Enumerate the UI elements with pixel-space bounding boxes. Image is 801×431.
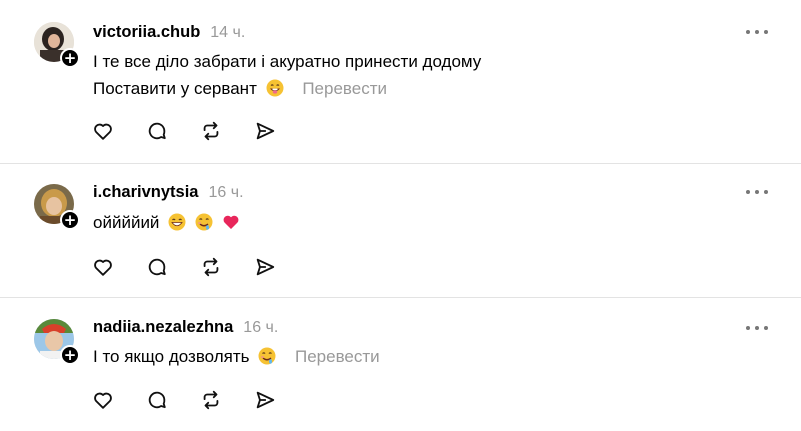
more-options-icon[interactable] <box>746 28 768 36</box>
translate-link[interactable]: Перевести <box>295 347 380 366</box>
send-icon <box>256 391 275 409</box>
username[interactable]: victoriia.chub <box>93 23 200 42</box>
repost-button[interactable] <box>200 387 254 413</box>
drooling-face-icon <box>258 346 276 365</box>
repost-icon <box>203 257 219 277</box>
share-button[interactable] <box>254 118 308 144</box>
avatar[interactable]: + <box>34 319 80 365</box>
comment-text: оййййий <box>93 209 240 236</box>
comment-line: Поставити у сервант <box>93 79 257 98</box>
reply-button[interactable] <box>146 387 200 413</box>
comment-post: + i.charivnytsia 16 ч. оййййий <box>0 164 801 298</box>
reply-button[interactable] <box>146 118 200 144</box>
heart-outline-icon <box>94 259 112 276</box>
comment-line: І то якщо дозволять <box>93 347 250 366</box>
heart-emoji-icon <box>222 212 240 230</box>
comment-line: І те все діло забрати і акуратно принест… <box>93 52 482 71</box>
comment-text: І то якщо дозволять Перевести <box>93 343 380 370</box>
repost-button[interactable] <box>200 254 254 280</box>
heart-outline-icon <box>94 392 112 409</box>
repost-button[interactable] <box>200 118 254 144</box>
send-icon <box>256 258 275 276</box>
heart-outline-icon <box>94 123 112 140</box>
follow-plus-icon[interactable]: + <box>60 345 80 365</box>
comment-bubble-icon <box>148 391 166 409</box>
comment-post: + nadiia.nezalezhna 16 ч. І то якщо дозв… <box>0 298 801 431</box>
comment-bubble-icon <box>148 122 166 140</box>
action-bar <box>92 387 308 413</box>
timestamp[interactable]: 14 ч. <box>210 24 245 42</box>
drooling-face-icon <box>195 212 213 231</box>
username[interactable]: nadiia.nezalezhna <box>93 318 233 337</box>
send-icon <box>256 122 275 140</box>
timestamp[interactable]: 16 ч. <box>243 319 278 337</box>
comment-feed: + victoriia.chub 14 ч. І те все діло заб… <box>0 0 801 431</box>
repost-icon <box>203 121 219 141</box>
avatar[interactable]: + <box>34 22 80 68</box>
follow-plus-icon[interactable]: + <box>60 210 80 230</box>
grinning-face-with-smiling-eyes-icon <box>168 212 186 231</box>
like-button[interactable] <box>92 118 146 144</box>
share-button[interactable] <box>254 254 308 280</box>
more-options-icon[interactable] <box>746 188 768 196</box>
share-button[interactable] <box>254 387 308 413</box>
comment-bubble-icon <box>148 258 166 276</box>
action-bar <box>92 254 308 280</box>
timestamp[interactable]: 16 ч. <box>208 184 243 202</box>
more-options-icon[interactable] <box>746 324 768 332</box>
username[interactable]: i.charivnytsia <box>93 183 198 202</box>
avatar[interactable]: + <box>34 184 80 230</box>
comment-post: + victoriia.chub 14 ч. І те все діло заб… <box>0 0 801 164</box>
comment-line: оййййий <box>93 213 160 232</box>
reply-button[interactable] <box>146 254 200 280</box>
action-bar <box>92 118 308 144</box>
follow-plus-icon[interactable]: + <box>60 48 80 68</box>
grinning-face-with-tongue-icon <box>266 78 284 97</box>
comment-text: І те все діло забрати і акуратно принест… <box>93 48 481 102</box>
repost-icon <box>203 390 219 410</box>
like-button[interactable] <box>92 254 146 280</box>
translate-link[interactable]: Перевести <box>302 79 387 98</box>
like-button[interactable] <box>92 387 146 413</box>
